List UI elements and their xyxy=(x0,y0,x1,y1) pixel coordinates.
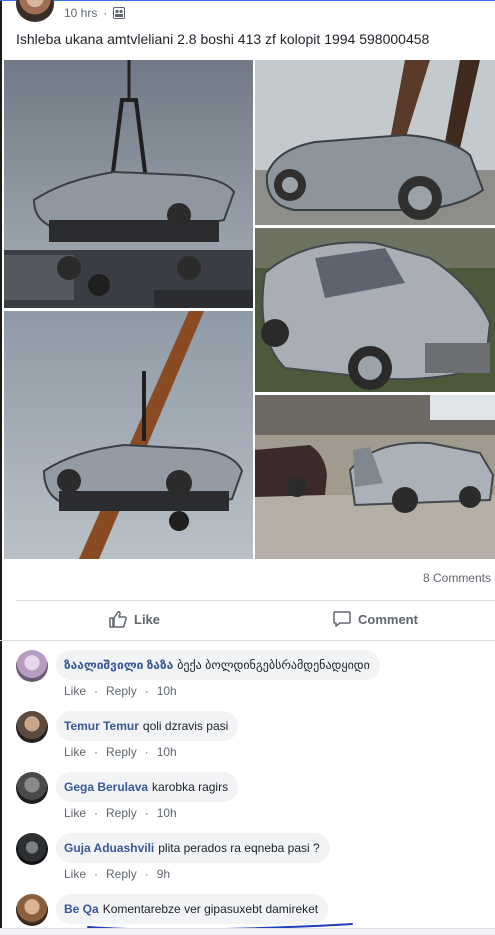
comment-bubble: ზაალიშვილი ზაზა ბექა ბოლდინგებსრამდენადყ… xyxy=(56,650,380,680)
comment-actions: Like · Reply · 10h xyxy=(64,806,177,820)
avatar[interactable] xyxy=(16,772,48,804)
comment-label: Comment xyxy=(358,611,418,627)
comment-like-link[interactable]: Like xyxy=(64,684,86,698)
comment-bubble-icon xyxy=(333,611,351,627)
commenter-name[interactable]: Be Qa xyxy=(64,902,99,916)
post-header: 10 hrs · xyxy=(0,0,495,24)
comment-text: Komentarebze ver gipasuxebt damireket xyxy=(102,902,319,916)
avatar[interactable] xyxy=(16,711,48,743)
photo-damaged-car-top[interactable] xyxy=(255,60,495,225)
friends-icon[interactable] xyxy=(113,7,126,19)
comment-like-link[interactable]: Like xyxy=(64,806,86,820)
comment-reply-link[interactable]: Reply xyxy=(106,806,137,820)
separator-dot: · xyxy=(103,6,108,20)
comment-actions: Like · Reply · 10h xyxy=(64,684,177,698)
comment-reply-link[interactable]: Reply xyxy=(106,745,137,759)
commenter-name[interactable]: Temur Temur xyxy=(64,719,139,733)
comment-actions: Like · Reply · 10h xyxy=(64,745,177,759)
comments-count-link[interactable]: 8 Comments xyxy=(423,571,491,585)
comment-time[interactable]: 9h xyxy=(157,867,170,881)
divider xyxy=(0,640,495,641)
commenter-name[interactable]: Gega Berulava xyxy=(64,780,148,794)
commenter-name[interactable]: ზაალიშვილი ზაზა xyxy=(64,658,173,672)
photo-crane-lift-1[interactable] xyxy=(4,60,253,308)
comment-like-link[interactable]: Like xyxy=(64,745,86,759)
comment-time[interactable]: 10h xyxy=(157,745,177,759)
comment-time[interactable]: 10h xyxy=(157,684,177,698)
like-button[interactable]: Like xyxy=(108,609,160,629)
comment-text: qoli dzravis pasi xyxy=(142,719,229,733)
comment-time[interactable]: 10h xyxy=(157,806,177,820)
photo-damaged-car-front[interactable] xyxy=(255,228,495,392)
comment-bubble: Temur Temur qoli dzravis pasi xyxy=(56,711,239,741)
post-meta: 10 hrs · xyxy=(64,6,126,20)
comment-text: ბექა ბოლდინგებსრამდენადყიდი xyxy=(177,658,370,672)
comment-button[interactable]: Comment xyxy=(332,609,418,629)
post-text: Ishleba ukana amtvleliani 2.8 boshi 413 … xyxy=(16,31,430,47)
commenter-name[interactable]: Guja Aduashvili xyxy=(64,841,154,855)
comment-text: plita perados ra eqneba pasi ? xyxy=(158,841,320,855)
thumbs-up-icon xyxy=(109,611,127,628)
avatar[interactable] xyxy=(16,894,48,926)
avatar[interactable] xyxy=(16,650,48,682)
comment-bubble: Gega Berulava karobka ragirs xyxy=(56,772,239,802)
avatar[interactable] xyxy=(16,833,48,865)
photo-yard-cars[interactable] xyxy=(255,395,495,559)
comment-text: karobka ragirs xyxy=(152,780,229,794)
comment-bubble: Guja Aduashvili plita perados ra eqneba … xyxy=(56,833,330,863)
like-label: Like xyxy=(134,611,161,627)
comment-reply-link[interactable]: Reply xyxy=(106,867,137,881)
author-avatar[interactable] xyxy=(16,0,54,22)
window-border xyxy=(0,0,2,934)
comment-actions: Like · Reply · 9h xyxy=(64,867,171,881)
comment-reply-link[interactable]: Reply xyxy=(106,684,137,698)
comment-like-link[interactable]: Like xyxy=(64,867,86,881)
photo-crane-lift-2[interactable] xyxy=(4,311,253,559)
action-bar: Like Comment xyxy=(0,601,495,639)
post-timestamp[interactable]: 10 hrs xyxy=(64,6,97,20)
